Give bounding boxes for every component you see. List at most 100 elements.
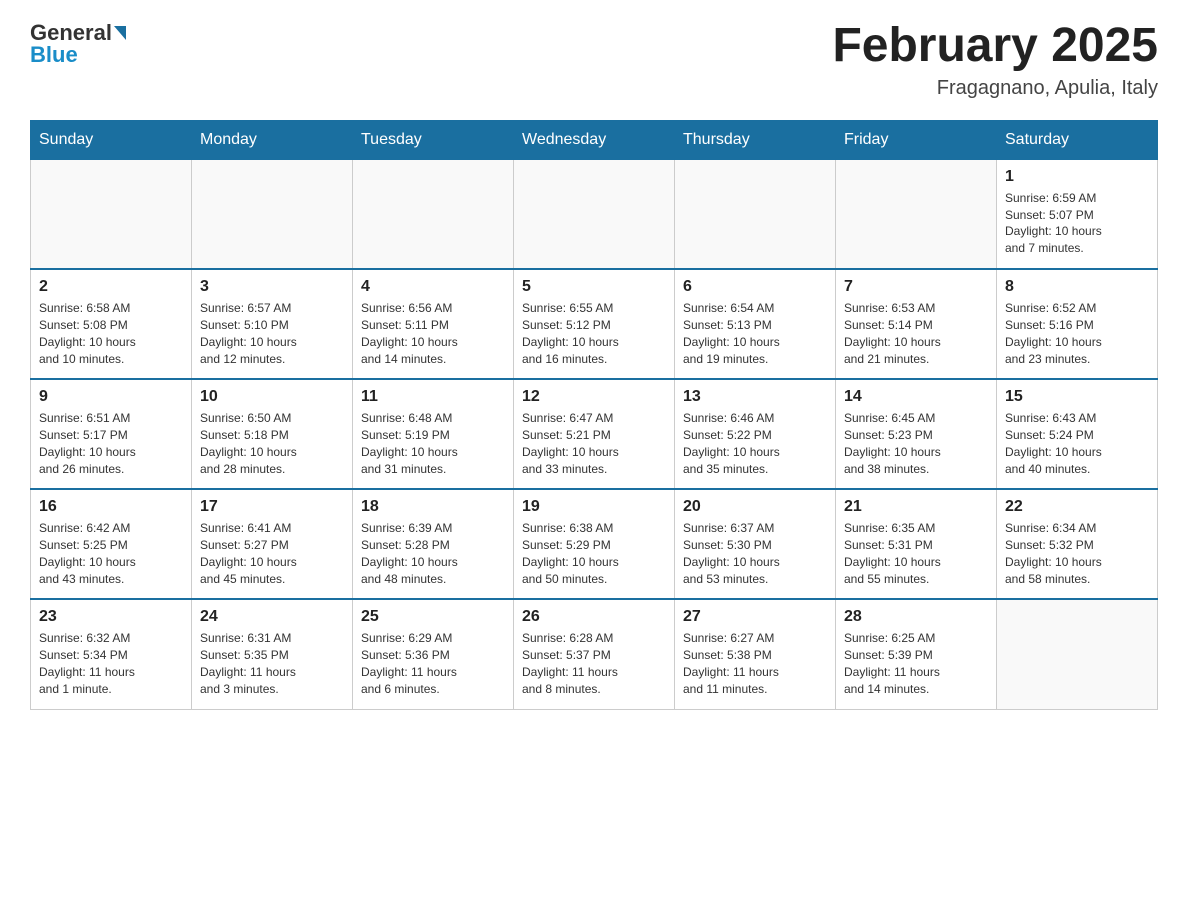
day-info: Sunrise: 6:34 AM Sunset: 5:32 PM Dayligh… [1005, 520, 1149, 587]
calendar-cell: 26 Sunrise: 6:28 AM Sunset: 5:37 PM Dayli… [514, 599, 675, 709]
day-info: Sunrise: 6:46 AM Sunset: 5:22 PM Dayligh… [683, 410, 827, 477]
day-info: Sunrise: 6:39 AM Sunset: 5:28 PM Dayligh… [361, 520, 505, 587]
calendar-cell: 2 Sunrise: 6:58 AM Sunset: 5:08 PM Daylig… [31, 269, 192, 379]
day-info: Sunrise: 6:29 AM Sunset: 5:36 PM Dayligh… [361, 630, 505, 697]
calendar-cell: 10Sunrise: 6:50 AM Sunset: 5:18 PM Dayli… [192, 379, 353, 489]
day-number: 26 [522, 608, 666, 626]
day-info: Sunrise: 6:27 AM Sunset: 5:38 PM Dayligh… [683, 630, 827, 697]
calendar-cell: 14 Sunrise: 6:45 AM Sunset: 5:23 PM Dayli… [836, 379, 997, 489]
day-number: 15 [1005, 388, 1149, 406]
day-number: 23 [39, 608, 183, 626]
calendar-cell: 25 Sunrise: 6:29 AM Sunset: 5:36 PM Dayli… [353, 599, 514, 709]
day-number: 18 [361, 498, 505, 516]
day-number: 12 [522, 388, 666, 406]
calendar-cell: 6 Sunrise: 6:54 AM Sunset: 5:13 PM Daylig… [675, 269, 836, 379]
weekday-header-saturday: Saturday [997, 120, 1158, 159]
day-number: 11 [361, 388, 505, 406]
day-number: 9 [39, 388, 183, 406]
calendar-cell: 18 Sunrise: 6:39 AM Sunset: 5:28 PM Dayli… [353, 489, 514, 599]
day-number: 8 [1005, 278, 1149, 296]
logo-blue-text: Blue [30, 42, 78, 68]
calendar-week-3: 9 Sunrise: 6:51 AM Sunset: 5:17 PM Daylig… [31, 379, 1158, 489]
calendar-cell: 22 Sunrise: 6:34 AM Sunset: 5:32 PM Dayli… [997, 489, 1158, 599]
calendar-cell: 28 Sunrise: 6:25 AM Sunset: 5:39 PM Dayli… [836, 599, 997, 709]
day-number: 22 [1005, 498, 1149, 516]
calendar-table: SundayMondayTuesdayWednesdayThursdayFrid… [30, 120, 1158, 710]
calendar-cell: 23 Sunrise: 6:32 AM Sunset: 5:34 PM Dayli… [31, 599, 192, 709]
calendar-week-4: 16 Sunrise: 6:42 AM Sunset: 5:25 PM Dayli… [31, 489, 1158, 599]
page-header: General Blue February 2025 Fragagnano, A… [30, 20, 1158, 100]
day-number: 10 [200, 388, 344, 406]
weekday-header-wednesday: Wednesday [514, 120, 675, 159]
calendar-cell [31, 159, 192, 269]
day-info: Sunrise: 6:57 AM Sunset: 5:10 PM Dayligh… [200, 300, 344, 367]
day-number: 25 [361, 608, 505, 626]
weekday-header-monday: Monday [192, 120, 353, 159]
day-info: Sunrise: 6:41 AM Sunset: 5:27 PM Dayligh… [200, 520, 344, 587]
day-info: Sunrise: 6:43 AM Sunset: 5:24 PM Dayligh… [1005, 410, 1149, 477]
day-info: Sunrise: 6:59 AM Sunset: 5:07 PM Dayligh… [1005, 190, 1149, 257]
calendar-cell: 13Sunrise: 6:46 AM Sunset: 5:22 PM Dayli… [675, 379, 836, 489]
calendar-cell [675, 159, 836, 269]
day-number: 28 [844, 608, 988, 626]
calendar-cell [997, 599, 1158, 709]
day-number: 6 [683, 278, 827, 296]
day-info: Sunrise: 6:28 AM Sunset: 5:37 PM Dayligh… [522, 630, 666, 697]
title-block: February 2025 Fragagnano, Apulia, Italy [832, 20, 1158, 100]
logo-arrow-icon [114, 26, 126, 40]
calendar-cell: 8 Sunrise: 6:52 AM Sunset: 5:16 PM Daylig… [997, 269, 1158, 379]
day-number: 20 [683, 498, 827, 516]
calendar-week-1: 1 Sunrise: 6:59 AM Sunset: 5:07 PM Daylig… [31, 159, 1158, 269]
day-number: 21 [844, 498, 988, 516]
calendar-cell: 4Sunrise: 6:56 AM Sunset: 5:11 PM Daylig… [353, 269, 514, 379]
day-number: 16 [39, 498, 183, 516]
calendar-cell: 17 Sunrise: 6:41 AM Sunset: 5:27 PM Dayli… [192, 489, 353, 599]
calendar-cell: 24Sunrise: 6:31 AM Sunset: 5:35 PM Dayli… [192, 599, 353, 709]
day-number: 19 [522, 498, 666, 516]
month-title: February 2025 [832, 20, 1158, 73]
day-number: 14 [844, 388, 988, 406]
day-number: 17 [200, 498, 344, 516]
calendar-cell: 20 Sunrise: 6:37 AM Sunset: 5:30 PM Dayli… [675, 489, 836, 599]
weekday-header-sunday: Sunday [31, 120, 192, 159]
calendar-cell: 3 Sunrise: 6:57 AM Sunset: 5:10 PM Daylig… [192, 269, 353, 379]
day-number: 27 [683, 608, 827, 626]
calendar-week-5: 23 Sunrise: 6:32 AM Sunset: 5:34 PM Dayli… [31, 599, 1158, 709]
calendar-cell: 12 Sunrise: 6:47 AM Sunset: 5:21 PM Dayli… [514, 379, 675, 489]
day-number: 3 [200, 278, 344, 296]
day-info: Sunrise: 6:25 AM Sunset: 5:39 PM Dayligh… [844, 630, 988, 697]
calendar-cell: 15 Sunrise: 6:43 AM Sunset: 5:24 PM Dayli… [997, 379, 1158, 489]
calendar-cell [192, 159, 353, 269]
calendar-cell: 5Sunrise: 6:55 AM Sunset: 5:12 PM Daylig… [514, 269, 675, 379]
day-info: Sunrise: 6:37 AM Sunset: 5:30 PM Dayligh… [683, 520, 827, 587]
day-info: Sunrise: 6:32 AM Sunset: 5:34 PM Dayligh… [39, 630, 183, 697]
calendar-cell: 27 Sunrise: 6:27 AM Sunset: 5:38 PM Dayli… [675, 599, 836, 709]
day-info: Sunrise: 6:31 AM Sunset: 5:35 PM Dayligh… [200, 630, 344, 697]
day-info: Sunrise: 6:55 AM Sunset: 5:12 PM Dayligh… [522, 300, 666, 367]
weekday-header-friday: Friday [836, 120, 997, 159]
day-number: 2 [39, 278, 183, 296]
day-info: Sunrise: 6:42 AM Sunset: 5:25 PM Dayligh… [39, 520, 183, 587]
calendar-cell: 7 Sunrise: 6:53 AM Sunset: 5:14 PM Daylig… [836, 269, 997, 379]
day-info: Sunrise: 6:35 AM Sunset: 5:31 PM Dayligh… [844, 520, 988, 587]
calendar-cell [353, 159, 514, 269]
day-number: 1 [1005, 168, 1149, 186]
day-info: Sunrise: 6:45 AM Sunset: 5:23 PM Dayligh… [844, 410, 988, 477]
day-info: Sunrise: 6:58 AM Sunset: 5:08 PM Dayligh… [39, 300, 183, 367]
day-info: Sunrise: 6:52 AM Sunset: 5:16 PM Dayligh… [1005, 300, 1149, 367]
day-info: Sunrise: 6:48 AM Sunset: 5:19 PM Dayligh… [361, 410, 505, 477]
day-info: Sunrise: 6:54 AM Sunset: 5:13 PM Dayligh… [683, 300, 827, 367]
calendar-cell: 16 Sunrise: 6:42 AM Sunset: 5:25 PM Dayli… [31, 489, 192, 599]
day-info: Sunrise: 6:53 AM Sunset: 5:14 PM Dayligh… [844, 300, 988, 367]
calendar-cell: 21 Sunrise: 6:35 AM Sunset: 5:31 PM Dayli… [836, 489, 997, 599]
day-info: Sunrise: 6:51 AM Sunset: 5:17 PM Dayligh… [39, 410, 183, 477]
calendar-cell [514, 159, 675, 269]
weekday-header-row: SundayMondayTuesdayWednesdayThursdayFrid… [31, 120, 1158, 159]
logo: General Blue [30, 20, 126, 68]
day-number: 7 [844, 278, 988, 296]
calendar-cell: 11 Sunrise: 6:48 AM Sunset: 5:19 PM Dayli… [353, 379, 514, 489]
day-info: Sunrise: 6:38 AM Sunset: 5:29 PM Dayligh… [522, 520, 666, 587]
day-info: Sunrise: 6:56 AM Sunset: 5:11 PM Dayligh… [361, 300, 505, 367]
day-info: Sunrise: 6:47 AM Sunset: 5:21 PM Dayligh… [522, 410, 666, 477]
calendar-cell: 19 Sunrise: 6:38 AM Sunset: 5:29 PM Dayli… [514, 489, 675, 599]
